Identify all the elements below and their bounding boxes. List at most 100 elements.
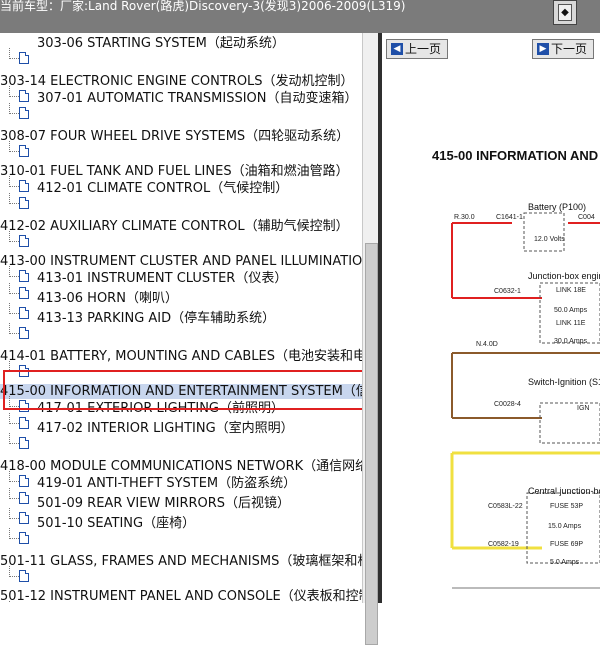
toc-item-label: 303-06 STARTING SYSTEM（起动系统）	[37, 36, 285, 51]
back-arrow-icon: ◀	[391, 43, 403, 55]
toc-item-label: 418-00 MODULE COMMUNICATIONS NETWORK（通信网…	[0, 459, 363, 474]
battery-label: Battery (P100)	[528, 202, 587, 212]
prev-page-button[interactable]: ◀ 上一页	[386, 39, 449, 59]
toc-item[interactable]: 414-01 BATTERY, MOUNTING AND CABLES（电池安装…	[0, 348, 363, 366]
page-icon	[19, 52, 29, 64]
tree-connector	[9, 508, 19, 519]
toc-item[interactable]: 412-02 AUXILIARY CLIMATE CONTROL（辅助气候控制）	[0, 218, 349, 236]
toc-item-label: 310-01 FUEL TANK AND FUEL LINES（油箱和燃油管路）	[0, 164, 349, 179]
amps15-label: 15.0 Amps	[548, 523, 582, 530]
page-icon	[19, 180, 29, 192]
toc-tree[interactable]: 303-06 STARTING SYSTEM（起动系统） 303-14 ELECT…	[0, 33, 363, 603]
document-viewer: ◀ 上一页 ▶ 下一页 415-00 INFORMATION AND Batte…	[382, 33, 600, 603]
volts-label: 12.0 Volts	[534, 236, 565, 243]
tree-connector	[9, 413, 19, 424]
page-icon	[19, 492, 29, 504]
tree-connector	[9, 48, 19, 59]
tree-connector	[9, 141, 19, 152]
toc-item-label: 414-01 BATTERY, MOUNTING AND CABLES（电池安装…	[0, 349, 363, 364]
toggle-icon: ◆	[558, 4, 572, 21]
prev-page-label: 上一页	[405, 42, 442, 56]
c0582-label: C0582-19	[488, 541, 519, 548]
tree-connector	[9, 283, 19, 294]
ign-label: IGN	[577, 405, 590, 412]
page-icon	[19, 327, 29, 339]
toc-item-label: 501-10 SEATING（座椅）	[37, 516, 196, 531]
header-bar: 当前车型：厂家:Land Rover(路虎)Discovery-3(发现3)20…	[0, 0, 600, 33]
toc-item-label: 413-06 HORN（喇叭）	[37, 291, 178, 306]
forward-arrow-icon: ▶	[537, 43, 549, 55]
toc-item[interactable]: 303-14 ELECTRONIC ENGINE CONTROLS（发动机控制）	[0, 73, 354, 91]
toc-item[interactable]: 413-13 PARKING AID（停车辅助系统）	[37, 310, 275, 328]
c0632-label: C0632-1	[494, 288, 521, 295]
toc-item-label: 412-01 CLIMATE CONTROL（气候控制）	[37, 181, 289, 196]
junction-box-label: Junction-box engin	[528, 271, 600, 281]
page-icon	[19, 90, 29, 102]
toc-item-label: 413-01 INSTRUMENT CLUSTER（仪表）	[37, 271, 288, 286]
n40d-label: N.4.0D	[476, 341, 498, 348]
selection-highlight	[3, 370, 364, 410]
toc-item-label: 307-01 AUTOMATIC TRANSMISSION（自动变速箱）	[37, 91, 358, 106]
toc-item[interactable]: 413-00 INSTRUMENT CLUSTER AND PANEL ILLU…	[0, 253, 363, 271]
tree-connector	[9, 303, 19, 314]
toc-item[interactable]: 413-06 HORN（喇叭）	[37, 290, 178, 308]
ignition-switch-box	[539, 402, 600, 444]
tree-connector	[9, 488, 19, 499]
toc-item[interactable]: 501-12 INSTRUMENT PANEL AND CONSOLE（仪表板和…	[0, 588, 363, 603]
toc-item[interactable]: 417-02 INTERIOR LIGHTING（室内照明）	[37, 420, 294, 438]
toc-item[interactable]: 501-09 REAR VIEW MIRRORS（后视镜）	[37, 495, 290, 513]
toc-item-label: 417-02 INTERIOR LIGHTING（室内照明）	[37, 421, 294, 436]
toc-item[interactable]: 501-11 GLASS, FRAMES AND MECHANISMS（玻璃框架…	[0, 553, 363, 571]
page-icon	[19, 475, 29, 487]
toc-item[interactable]: 310-01 FUEL TANK AND FUEL LINES（油箱和燃油管路）	[0, 163, 349, 181]
toggle-panel-button[interactable]: ◆	[553, 0, 577, 25]
c0028-label: C0028-4	[494, 401, 521, 408]
tree-connector	[9, 103, 19, 114]
amps50-label: 50.0 Amps	[554, 307, 588, 314]
toc-item[interactable]: 303-06 STARTING SYSTEM（起动系统）	[37, 35, 285, 53]
page-icon	[19, 532, 29, 544]
fuse53p-label: FUSE 53P	[550, 503, 584, 510]
toc-item[interactable]: 413-01 INSTRUMENT CLUSTER（仪表）	[37, 270, 287, 288]
page-icon	[19, 107, 29, 119]
toc-item-label: 501-11 GLASS, FRAMES AND MECHANISMS（玻璃框架…	[0, 554, 363, 569]
page-icon	[19, 270, 29, 282]
toc-item[interactable]: 418-00 MODULE COMMUNICATIONS NETWORK（通信网…	[0, 458, 363, 476]
page-icon	[19, 437, 29, 449]
amps5-label: 5.0 Amps	[550, 559, 580, 566]
wiring-diagram	[450, 212, 600, 589]
tree-connector	[9, 176, 19, 187]
toc-scrollbar[interactable]	[362, 33, 379, 645]
page-icon	[19, 512, 29, 524]
tree-connector	[9, 323, 19, 334]
toc-item[interactable]: 501-10 SEATING（座椅）	[37, 515, 195, 533]
tree-connector	[9, 231, 19, 242]
next-page-button[interactable]: ▶ 下一页	[532, 39, 595, 59]
link11e-label: LINK 11E	[556, 320, 586, 327]
toc-item-label: 419-01 ANTI-THEFT SYSTEM（防盗系统）	[37, 476, 297, 491]
toc-item-label: 501-12 INSTRUMENT PANEL AND CONSOLE（仪表板和…	[0, 589, 363, 603]
switch-label: Switch-Ignition (S1	[528, 377, 600, 387]
page-icon	[19, 197, 29, 209]
toc-item-label: 412-02 AUXILIARY CLIMATE CONTROL（辅助气候控制）	[0, 219, 349, 234]
toc-item-label: 413-13 PARKING AID（停车辅助系统）	[37, 311, 276, 326]
scrollbar-thumb[interactable]	[365, 243, 378, 645]
battery-box	[523, 212, 565, 252]
toc-item[interactable]: 307-01 AUTOMATIC TRANSMISSION（自动变速箱）	[37, 90, 358, 108]
toc-item[interactable]: 419-01 ANTI-THEFT SYSTEM（防盗系统）	[37, 475, 296, 493]
toc-item-label: 303-14 ELECTRONIC ENGINE CONTROLS（发动机控制）	[0, 74, 354, 89]
tree-connector	[9, 86, 19, 97]
page-icon	[19, 417, 29, 429]
page-icon	[19, 307, 29, 319]
tree-connector	[9, 471, 19, 482]
toc-item-label: 501-09 REAR VIEW MIRRORS（后视镜）	[37, 496, 291, 511]
fuse69p-label: FUSE 69P	[550, 541, 584, 548]
page-icon	[19, 145, 29, 157]
toc-item-label: 413-00 INSTRUMENT CLUSTER AND PANEL ILLU…	[0, 254, 363, 269]
toc-item[interactable]: 412-01 CLIMATE CONTROL（气候控制）	[37, 180, 288, 198]
c004-label: C004	[578, 214, 595, 221]
amps30-label: 30.0 Amps	[554, 338, 588, 345]
toc-item[interactable]: 308-07 FOUR WHEEL DRIVE SYSTEMS（四轮驱动系统）	[0, 128, 349, 146]
tree-connector	[9, 193, 19, 204]
vehicle-breadcrumb: 当前车型：厂家:Land Rover(路虎)Discovery-3(发现3)20…	[0, 0, 406, 13]
